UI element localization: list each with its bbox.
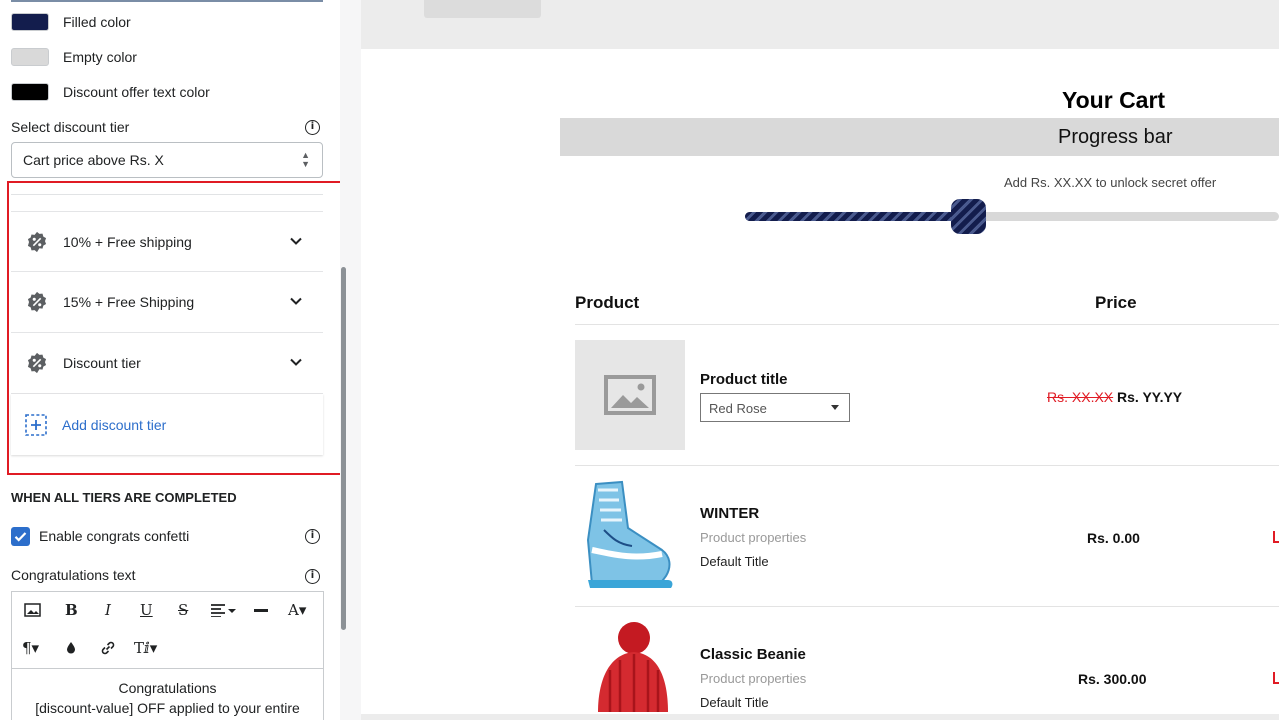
panel-scrollbar-thumb[interactable] [341, 267, 346, 630]
empty-color-swatch[interactable] [11, 48, 49, 66]
image-placeholder-icon [604, 375, 656, 415]
product-title: WINTER [700, 505, 760, 522]
tier-select-label: Select discount tier [11, 119, 130, 135]
sale-price: Rs. YY.YY [1117, 389, 1183, 405]
column-header-price: Price [1095, 293, 1137, 312]
variant-select[interactable]: Red Rose [700, 393, 850, 422]
insert-image-icon[interactable] [24, 603, 41, 617]
text-size-icon[interactable]: Tⅈ▾ [134, 639, 157, 657]
paragraph-format-icon[interactable]: ¶▾ [22, 639, 39, 657]
highlight-annotation-box [7, 181, 340, 475]
link-icon[interactable] [100, 640, 116, 656]
discount-text-color-swatch[interactable] [11, 83, 49, 101]
strikethrough-icon[interactable]: S [178, 601, 188, 619]
filled-color-row[interactable]: Filled color [11, 12, 131, 32]
progress-fill [745, 212, 969, 221]
underline-icon[interactable]: U [140, 601, 153, 619]
ink-drop-icon[interactable] [66, 641, 76, 654]
product-properties: Product properties [700, 530, 807, 545]
delete-icon[interactable] [1273, 531, 1279, 543]
discount-text-color-row[interactable]: Discount offer text color [11, 82, 210, 102]
settings-panel: Filled color Empty color Discount offer … [0, 0, 340, 720]
confetti-label: Enable congrats confetti [39, 528, 190, 544]
info-icon[interactable]: i [305, 569, 320, 584]
congrats-rich-text-editor[interactable]: B I U S A▾ ¶▾ Tⅈ▾ Congratulations [disco… [11, 591, 324, 720]
cart-title: Your Cart [1062, 87, 1166, 113]
completed-section-heading: WHEN ALL TIERS ARE COMPLETED [11, 490, 237, 505]
bold-icon[interactable]: B [65, 601, 78, 619]
price-cell: Rs. 300.00 [1078, 671, 1147, 687]
progress-bar-heading-band: Progress bar [560, 118, 1279, 156]
empty-color-label: Empty color [63, 49, 137, 65]
font-color-icon[interactable]: A▾ [288, 601, 306, 619]
product-image-placeholder [575, 340, 685, 450]
congrats-text-label: Congratulations text [11, 567, 136, 583]
progress-knob [951, 199, 986, 234]
editor-text-line: [discount-value] OFF applied to your ent… [35, 700, 300, 716]
row-divider [575, 324, 1279, 325]
column-header-product: Product [575, 293, 640, 312]
align-icon[interactable] [210, 604, 238, 617]
product-title: Classic Beanie [700, 646, 806, 663]
compare-at-price: Rs. XX.XX [1047, 389, 1114, 405]
checkmark-icon [14, 532, 27, 542]
dropdown-arrow-icon [831, 405, 839, 410]
filled-color-swatch[interactable] [11, 13, 49, 31]
winter-boot-image [586, 480, 673, 588]
select-arrows-icon: ▲ ▼ [301, 150, 310, 169]
tier-select-value: Cart price above Rs. X [23, 152, 164, 168]
product-properties: Product properties [700, 671, 807, 686]
unlock-offer-text: Add Rs. XX.XX to unlock secret offer [1004, 175, 1217, 190]
discount-text-color-label: Discount offer text color [63, 84, 210, 100]
empty-color-row[interactable]: Empty color [11, 47, 137, 67]
preview-tab[interactable] [424, 0, 541, 18]
row-divider [575, 606, 1279, 607]
italic-icon[interactable]: I [105, 601, 111, 619]
price-cell: Rs. XX.XX Rs. YY.YY [1047, 389, 1182, 405]
confetti-checkbox[interactable] [11, 527, 30, 546]
preview-footer-bar [361, 714, 1279, 720]
info-icon[interactable]: i [305, 120, 320, 135]
product-variant-title: Default Title [700, 695, 769, 710]
product-title: Product title [700, 371, 788, 388]
variant-value: Red Rose [709, 401, 767, 416]
beanie-image [598, 622, 668, 712]
editor-content[interactable]: Congratulations [discount-value] OFF app… [12, 668, 323, 718]
price-cell: Rs. 0.00 [1087, 530, 1140, 546]
product-variant-title: Default Title [700, 554, 769, 569]
filled-color-label: Filled color [63, 14, 131, 30]
horizontal-rule-icon[interactable] [254, 609, 268, 613]
row-divider [575, 465, 1279, 466]
editor-text-line: Congratulations [118, 680, 217, 696]
info-icon[interactable]: i [305, 529, 320, 544]
delete-icon[interactable] [1273, 672, 1279, 684]
tier-select[interactable]: Cart price above Rs. X ▲ ▼ [11, 142, 323, 178]
focused-field-edge [11, 0, 323, 2]
progress-bar-heading: Progress bar [1058, 126, 1173, 148]
